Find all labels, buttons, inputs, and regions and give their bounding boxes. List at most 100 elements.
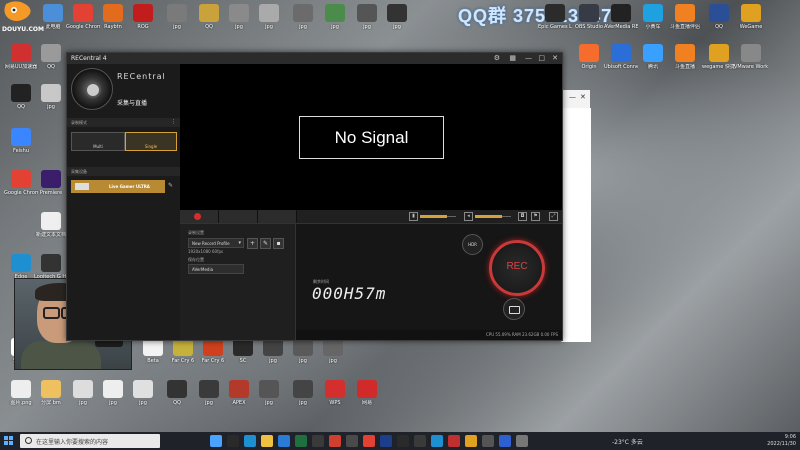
desktop-icon[interactable]: jpg [192, 380, 226, 406]
taskbar-app-icon[interactable] [312, 435, 324, 447]
desktop-icon[interactable]: 此电脑 [36, 4, 70, 30]
minimize-button[interactable]: — [525, 54, 532, 62]
snapshot-button[interactable] [503, 298, 525, 320]
multi-mode-button[interactable]: Multi [71, 132, 125, 151]
desktop-icon[interactable]: AVerMedia RECentral 4 [604, 4, 638, 30]
desktop-icon[interactable]: APEX [222, 380, 256, 406]
desktop-icon[interactable]: QQ [4, 84, 38, 110]
desktop-icon[interactable]: Far Cry 6 [196, 338, 230, 364]
desktop-icon[interactable]: jpg [222, 4, 256, 30]
record-tab[interactable] [180, 210, 219, 223]
desktop-icon[interactable]: Epic Games Launcher [538, 4, 572, 30]
edit-profile-button[interactable]: ✎ [260, 238, 271, 249]
desktop-icon[interactable]: Google Chrome [66, 4, 100, 30]
desktop-icon[interactable]: SC [226, 338, 260, 364]
desktop-icon[interactable]: Logitech G HUB [34, 254, 68, 280]
desktop-icon[interactable]: 斗鱼直播 [668, 44, 702, 70]
desktop-icon[interactable]: Ubisoft Connect [604, 44, 638, 70]
desktop-icon[interactable]: Beta [136, 338, 170, 364]
desktop-icon[interactable]: jpg [160, 4, 194, 30]
desktop-icon[interactable]: jpg [350, 4, 384, 30]
taskbar-app-icon[interactable] [210, 435, 222, 447]
taskbar-app-icon[interactable] [329, 435, 341, 447]
taskbar-app-icon[interactable] [516, 435, 528, 447]
desktop-icon[interactable]: ROG [126, 4, 160, 30]
desktop-icon[interactable]: WeGame [734, 4, 768, 30]
taskbar-app-icon[interactable] [363, 435, 375, 447]
taskbar-app-icon[interactable] [261, 435, 273, 447]
taskbar-app-icon[interactable] [295, 435, 307, 447]
taskbar-app-icon[interactable] [397, 435, 409, 447]
side-window-titlebar[interactable]: — ✕ [561, 90, 590, 108]
more-icon[interactable]: ⋮ [171, 119, 176, 125]
desktop-icon[interactable]: 小黄车 [636, 4, 670, 30]
add-profile-button[interactable]: + [247, 238, 258, 249]
desktop-icon[interactable]: Origin [572, 44, 606, 70]
screenshot-icon[interactable]: ◘ [518, 212, 527, 221]
desktop-icon[interactable]: jpg [286, 4, 320, 30]
side-window-close-button[interactable]: ✕ [580, 93, 586, 101]
desktop-icon[interactable]: 新建文本文档 [34, 212, 68, 238]
mic-icon[interactable]: ◂ [464, 212, 473, 221]
mic-volume-slider[interactable] [475, 215, 511, 218]
fullscreen-icon[interactable]: ⤢ [549, 212, 558, 221]
desktop-icon[interactable]: jpg [316, 338, 350, 364]
desktop-icon[interactable]: jpg [318, 4, 352, 30]
desktop-icon[interactable]: jpg [126, 380, 160, 406]
desktop-icon[interactable]: QQ [192, 4, 226, 30]
taskbar-app-icon[interactable] [227, 435, 239, 447]
desktop-icon[interactable]: 网易UU加速器 [4, 44, 38, 70]
desktop-icon[interactable]: Google Chrome [4, 170, 38, 196]
desktop-icon[interactable]: jpg [286, 338, 320, 364]
desktop-icon[interactable]: Feishu [4, 128, 38, 154]
side-window-min-button[interactable]: — [569, 93, 576, 101]
desktop-icon[interactable]: 分屏 bm [34, 380, 68, 406]
desktop-icon[interactable]: jpg [34, 84, 68, 110]
desktop-icon[interactable]: 图片.png [4, 380, 38, 406]
desktop-icon[interactable]: VMware Workstation [734, 44, 768, 70]
maximize-button[interactable]: □ [538, 54, 545, 62]
desktop-icon[interactable]: QQ [34, 44, 68, 70]
taskbar-app-icon[interactable] [431, 435, 443, 447]
desktop-icon[interactable]: QQ [702, 4, 736, 30]
settings-gear-icon[interactable]: ⚙ [494, 54, 500, 62]
live-tab[interactable] [219, 210, 258, 223]
close-button[interactable]: ✕ [552, 54, 558, 62]
start-button[interactable] [4, 436, 14, 446]
device-item[interactable]: Live Gamer ULTRA [71, 180, 165, 193]
rec-button[interactable]: REC [489, 240, 545, 296]
taskbar-search[interactable]: 在这里输入你要搜索的内容 [20, 434, 160, 448]
desktop-icon[interactable]: WPS [318, 380, 352, 406]
desktop-icon[interactable]: 斗鱼直播伴侣 [668, 4, 702, 30]
desktop-icon[interactable]: 网易 [350, 380, 384, 406]
desktop-icon[interactable]: Raybtn [96, 4, 130, 30]
edit-device-icon[interactable]: ✎ [168, 182, 173, 189]
desktop-icon[interactable]: jpg [256, 338, 290, 364]
desktop-icon[interactable]: QQ [160, 380, 194, 406]
desktop-icon[interactable]: Premiere [34, 170, 68, 196]
desktop-icon[interactable]: Edge [4, 254, 38, 280]
delete-profile-button[interactable]: ▪ [273, 238, 284, 249]
desktop-icon[interactable]: wegame 快捷方式 [702, 44, 736, 70]
audio-icon[interactable]: ▮ [409, 212, 418, 221]
desktop-icon[interactable]: 腾讯 [636, 44, 670, 70]
taskbar-app-icon[interactable] [244, 435, 256, 447]
single-mode-button[interactable]: Single [125, 132, 177, 151]
desktop-icon[interactable]: Far Cry 6 [166, 338, 200, 364]
chat-icon[interactable]: ⚑ [531, 212, 540, 221]
desktop-icon[interactable]: jpg [96, 380, 130, 406]
profile-select[interactable]: New Record Profile ▾ [188, 238, 244, 248]
taskbar-app-icon[interactable] [499, 435, 511, 447]
cloud-tab[interactable] [258, 210, 297, 223]
desktop-icon[interactable]: jpg [252, 380, 286, 406]
system-clock[interactable]: 9:06 2022/11/30 [767, 434, 796, 448]
taskbar-app-icon[interactable] [414, 435, 426, 447]
desktop-icon[interactable]: jpg [380, 4, 414, 30]
title-bar[interactable]: RECentral 4 ⚙ ▦ — □ ✕ [67, 53, 562, 64]
taskbar-app-icon[interactable] [465, 435, 477, 447]
taskbar-app-icon[interactable] [346, 435, 358, 447]
taskbar-app-icon[interactable] [278, 435, 290, 447]
hdr-button[interactable]: HDR [462, 234, 483, 255]
desktop-icon[interactable]: OBS Studio [572, 4, 606, 30]
taskbar-app-icon[interactable] [448, 435, 460, 447]
